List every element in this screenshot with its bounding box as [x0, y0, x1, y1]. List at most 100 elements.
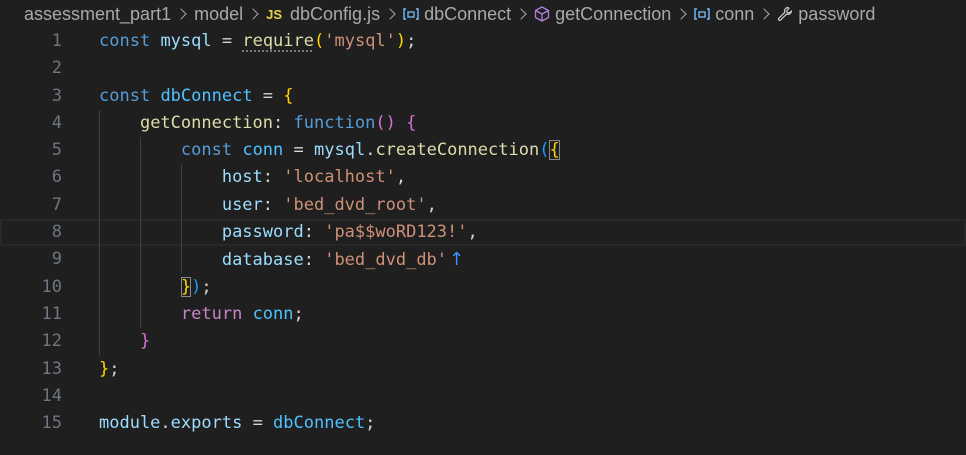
code-token: ;	[109, 358, 120, 379]
line-number: 11	[41, 303, 62, 324]
chevron-right-icon	[384, 8, 396, 20]
code-line[interactable]: 10 });	[0, 273, 966, 301]
code-token: }	[139, 331, 151, 352]
arrow-up-icon: ↑	[449, 249, 465, 271]
code-token: 'localhost'	[283, 167, 396, 188]
code-token: ;	[201, 276, 212, 297]
code-token: user	[221, 194, 263, 215]
code-token: =	[283, 140, 314, 161]
chevron-right-icon	[758, 8, 770, 20]
code-token: function	[293, 112, 376, 133]
code-line[interactable]: 15 module.exports = dbConnect;	[0, 410, 966, 437]
code-line[interactable]: 12 }	[0, 328, 966, 356]
breadcrumb-symbol-password[interactable]: password	[777, 4, 875, 25]
breadcrumb: assessment_part1 model JS dbConfig.js db…	[0, 0, 966, 28]
variable-icon	[694, 6, 710, 22]
variable-icon	[403, 6, 419, 22]
code-content: };	[99, 356, 120, 383]
code-line[interactable]: 8 password: 'pa$$woRD123!',	[0, 219, 966, 247]
breadcrumb-symbol-dbconnect[interactable]: dbConnect	[403, 4, 511, 25]
code-content: host: 'localhost',	[99, 164, 406, 191]
code-token: :	[303, 222, 325, 243]
chevron-right-icon	[675, 8, 687, 20]
code-token: dbConnect	[160, 85, 253, 106]
code-content: return conn;	[99, 301, 304, 328]
code-token: (	[314, 31, 325, 51]
code-line[interactable]: 4 getConnection: function() {	[0, 109, 966, 138]
code-line[interactable]: 11 return conn;	[0, 300, 966, 329]
code-token: {	[549, 140, 560, 161]
code-token: .	[160, 413, 171, 434]
breadcrumb-label: password	[798, 3, 876, 24]
method-cube-icon	[534, 6, 550, 22]
breadcrumb-symbol-getconnection[interactable]: getConnection	[534, 4, 671, 25]
breadcrumb-folder-model[interactable]: model	[194, 4, 243, 25]
code-token: 'pa$$woRD123!'	[324, 222, 468, 243]
line-number: 3	[51, 85, 62, 106]
line-number: 4	[51, 112, 62, 133]
code-token: :	[303, 250, 325, 271]
breadcrumb-folder-assessment[interactable]: assessment_part1	[24, 4, 171, 25]
code-token: createConnection	[375, 140, 540, 161]
code-line[interactable]: 3 const dbConnect = {	[0, 83, 966, 110]
chevron-right-icon	[247, 8, 259, 20]
code-token: }	[180, 276, 192, 297]
code-token: getConnection	[139, 112, 274, 133]
code-token: const	[99, 85, 151, 106]
breadcrumb-file-dbconfig[interactable]: JS dbConfig.js	[266, 4, 380, 25]
code-token: module	[99, 413, 161, 434]
line-number: 9	[51, 249, 62, 270]
code-line[interactable]: 1 const mysql = require('mysql');	[0, 28, 966, 55]
code-token: =	[211, 31, 243, 51]
code-token: }	[99, 358, 110, 379]
code-token: return	[180, 303, 243, 324]
line-number: 12	[41, 331, 62, 352]
code-line[interactable]: 13};	[0, 356, 966, 383]
code-token: ()	[375, 112, 396, 133]
code-line[interactable]: 14	[0, 383, 966, 410]
code-token: 'mysql'	[324, 31, 396, 51]
code-token: ,	[395, 167, 407, 188]
breadcrumb-label: dbConfig.js	[290, 3, 381, 24]
code-token: database	[221, 250, 304, 271]
code-line[interactable]: 6 host: 'localhost',	[0, 164, 966, 192]
code-token: )	[395, 31, 407, 51]
code-content: user: 'bed_dvd_root',	[99, 192, 437, 219]
line-number: 8	[51, 222, 62, 243]
breadcrumb-label: getConnection	[555, 3, 672, 24]
breadcrumb-symbol-conn[interactable]: conn	[694, 4, 754, 25]
code-line[interactable]: 5 const conn = mysql.createConnection({	[0, 137, 966, 165]
code-token: const	[99, 31, 151, 51]
breadcrumb-label: assessment_part1	[24, 3, 172, 24]
code-token: :	[273, 112, 294, 133]
code-content: }	[99, 328, 150, 355]
code-editor[interactable]: 1 const mysql = require('mysql'); 2 3 const …	[0, 28, 966, 437]
line-number: 2	[51, 58, 62, 79]
code-token: =	[252, 85, 284, 106]
code-content: module.exports = dbConnect;	[99, 410, 375, 437]
wrench-property-icon	[777, 6, 793, 22]
code-content: });	[99, 274, 212, 301]
code-line[interactable]: 2	[0, 55, 966, 82]
code-token: ,	[467, 222, 478, 243]
code-line[interactable]: 7 user: 'bed_dvd_root',	[0, 191, 966, 220]
code-token: ;	[365, 413, 376, 434]
code-line[interactable]: 9 database: 'bed_dvd_db' ↑	[0, 246, 966, 274]
code-token: (	[539, 140, 550, 161]
line-number: 7	[51, 194, 62, 215]
code-token: ;	[406, 31, 417, 51]
code-token: ;	[293, 303, 304, 324]
line-number: 5	[51, 140, 62, 161]
code-token: mysql	[160, 31, 212, 51]
code-token: {	[283, 85, 294, 106]
code-token: =	[242, 413, 274, 434]
